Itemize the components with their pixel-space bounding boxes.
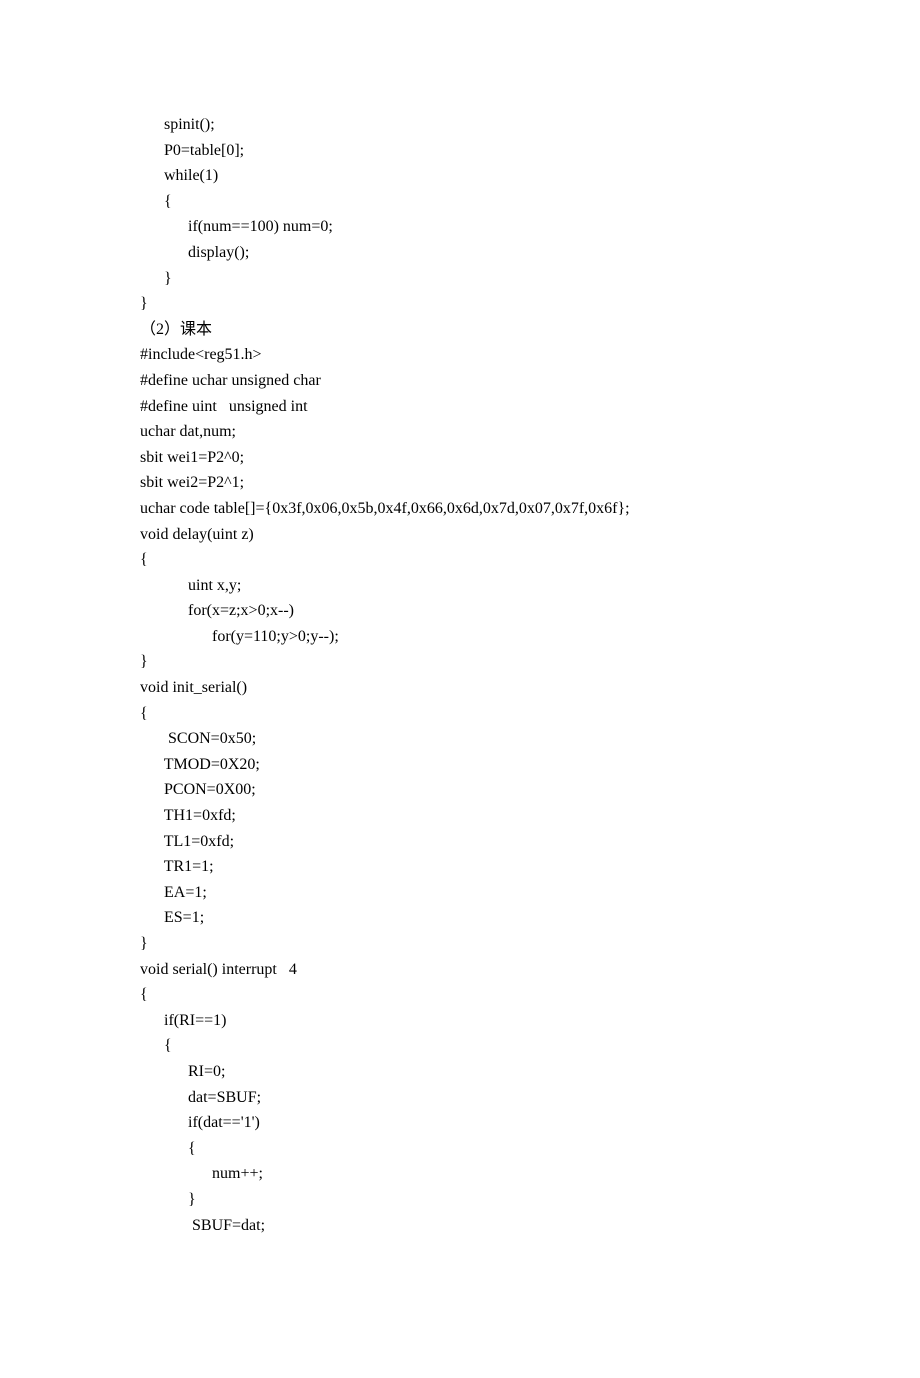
code-line: #define uchar unsigned char <box>140 368 780 394</box>
code-line: display(); <box>140 240 780 266</box>
code-line: { <box>140 189 780 215</box>
code-line: SBUF=dat; <box>140 1213 780 1239</box>
code-line: uchar code table[]={0x3f,0x06,0x5b,0x4f,… <box>140 496 780 522</box>
code-line: （2）课本 <box>140 317 780 343</box>
code-line: ES=1; <box>140 905 780 931</box>
document-page: spinit(); P0=table[0]; while(1) { if(num… <box>0 0 920 1378</box>
code-line: { <box>140 1033 780 1059</box>
code-line: #define uint unsigned int <box>140 394 780 420</box>
code-line: void serial() interrupt 4 <box>140 957 780 983</box>
code-line: RI=0; <box>140 1059 780 1085</box>
code-line: TH1=0xfd; <box>140 803 780 829</box>
code-line: while(1) <box>140 163 780 189</box>
code-line: for(y=110;y>0;y--); <box>140 624 780 650</box>
code-line: TR1=1; <box>140 854 780 880</box>
code-line: void init_serial() <box>140 675 780 701</box>
code-line: sbit wei2=P2^1; <box>140 470 780 496</box>
code-line: } <box>140 291 780 317</box>
code-line: dat=SBUF; <box>140 1085 780 1111</box>
code-line: void delay(uint z) <box>140 522 780 548</box>
code-line: TL1=0xfd; <box>140 829 780 855</box>
code-line: } <box>140 1187 780 1213</box>
code-line: PCON=0X00; <box>140 777 780 803</box>
code-line: P0=table[0]; <box>140 138 780 164</box>
code-line: if(RI==1) <box>140 1008 780 1034</box>
code-line: if(dat=='1') <box>140 1110 780 1136</box>
code-line: spinit(); <box>140 112 780 138</box>
code-line: { <box>140 982 780 1008</box>
code-line: } <box>140 649 780 675</box>
code-line: uint x,y; <box>140 573 780 599</box>
code-line: EA=1; <box>140 880 780 906</box>
code-line: { <box>140 701 780 727</box>
code-line: } <box>140 266 780 292</box>
code-line: SCON=0x50; <box>140 726 780 752</box>
code-line: TMOD=0X20; <box>140 752 780 778</box>
code-line: num++; <box>140 1161 780 1187</box>
code-line: } <box>140 931 780 957</box>
code-line: for(x=z;x>0;x--) <box>140 598 780 624</box>
code-line: uchar dat,num; <box>140 419 780 445</box>
code-line: sbit wei1=P2^0; <box>140 445 780 471</box>
code-line: #include<reg51.h> <box>140 342 780 368</box>
code-line: if(num==100) num=0; <box>140 214 780 240</box>
code-line: { <box>140 547 780 573</box>
code-line: { <box>140 1136 780 1162</box>
